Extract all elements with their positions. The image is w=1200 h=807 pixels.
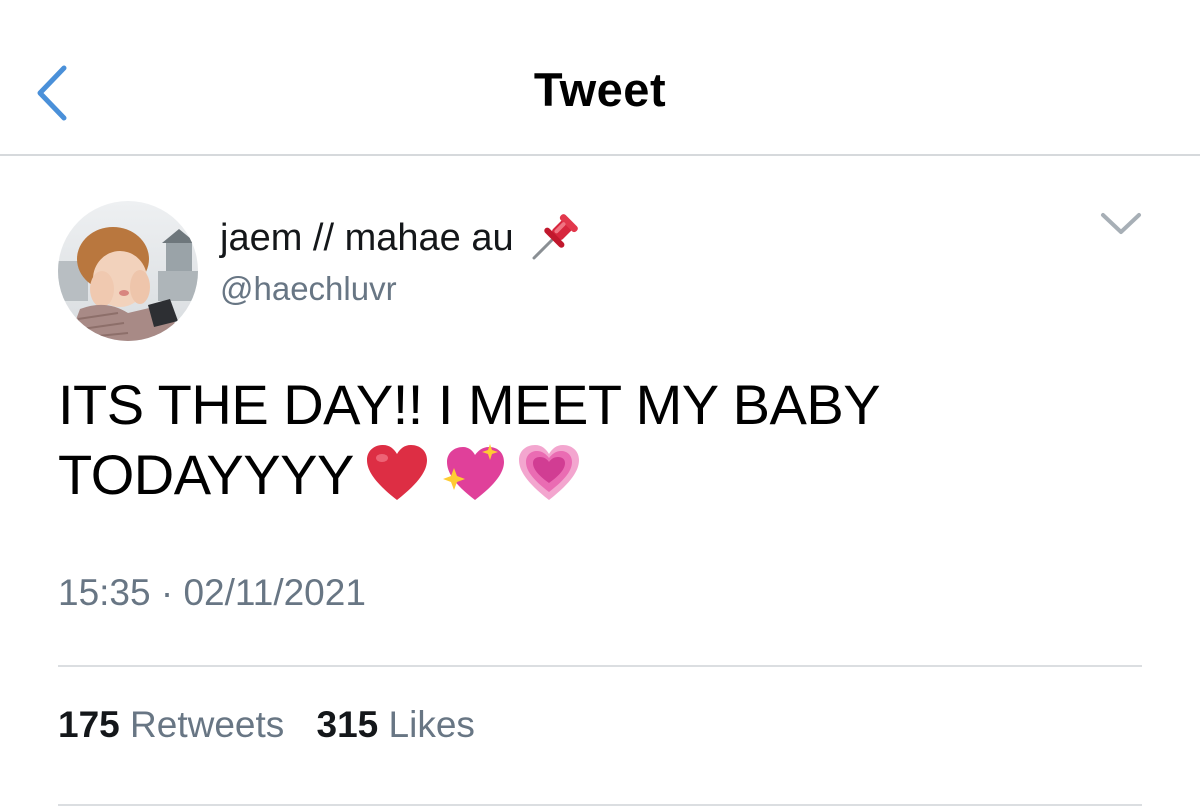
red-heart-icon: [364, 442, 430, 504]
sparkling-heart-icon: [440, 442, 506, 504]
likes-label: Likes: [388, 704, 475, 745]
likes-count: 315: [316, 704, 379, 745]
divider: [58, 665, 1142, 667]
avatar[interactable]: [58, 201, 198, 341]
tweet-detail-screen: Tweet jaem // mahae au @haechluvr ITS TH…: [0, 0, 1200, 807]
avatar-image: [58, 201, 198, 341]
user-handle[interactable]: @haechluvr: [220, 270, 397, 308]
tweet-text-line-2-text: TODAYYYY: [58, 443, 354, 506]
retweets-stat[interactable]: 175 Retweets: [58, 704, 284, 746]
growing-heart-icon: [516, 442, 582, 504]
likes-stat[interactable]: 315 Likes: [317, 704, 475, 746]
tweet-options-button[interactable]: [1096, 204, 1146, 244]
tweet-text-line-1: ITS THE DAY!! I MEET MY BABY: [58, 373, 881, 436]
retweets-label: Retweets: [130, 704, 285, 745]
pushpin-icon: [526, 210, 582, 266]
display-name: jaem // mahae au: [220, 216, 514, 259]
tweet-text: ITS THE DAY!! I MEET MY BABY TODAYYYY: [58, 370, 1058, 510]
chevron-down-icon: [1101, 213, 1141, 234]
page-title: Tweet: [533, 63, 667, 116]
tweet-text-line-2: TODAYYYY: [58, 440, 1058, 510]
display-name-row[interactable]: jaem // mahae au: [220, 210, 582, 266]
navigation-bar: Tweet: [0, 0, 1200, 156]
tweet-stats: 175 Retweets 315 Likes: [58, 704, 497, 746]
retweets-count: 175: [58, 704, 120, 745]
tweet-timestamp: 15:35 · 02/11/2021: [58, 572, 366, 613]
divider: [58, 804, 1142, 806]
